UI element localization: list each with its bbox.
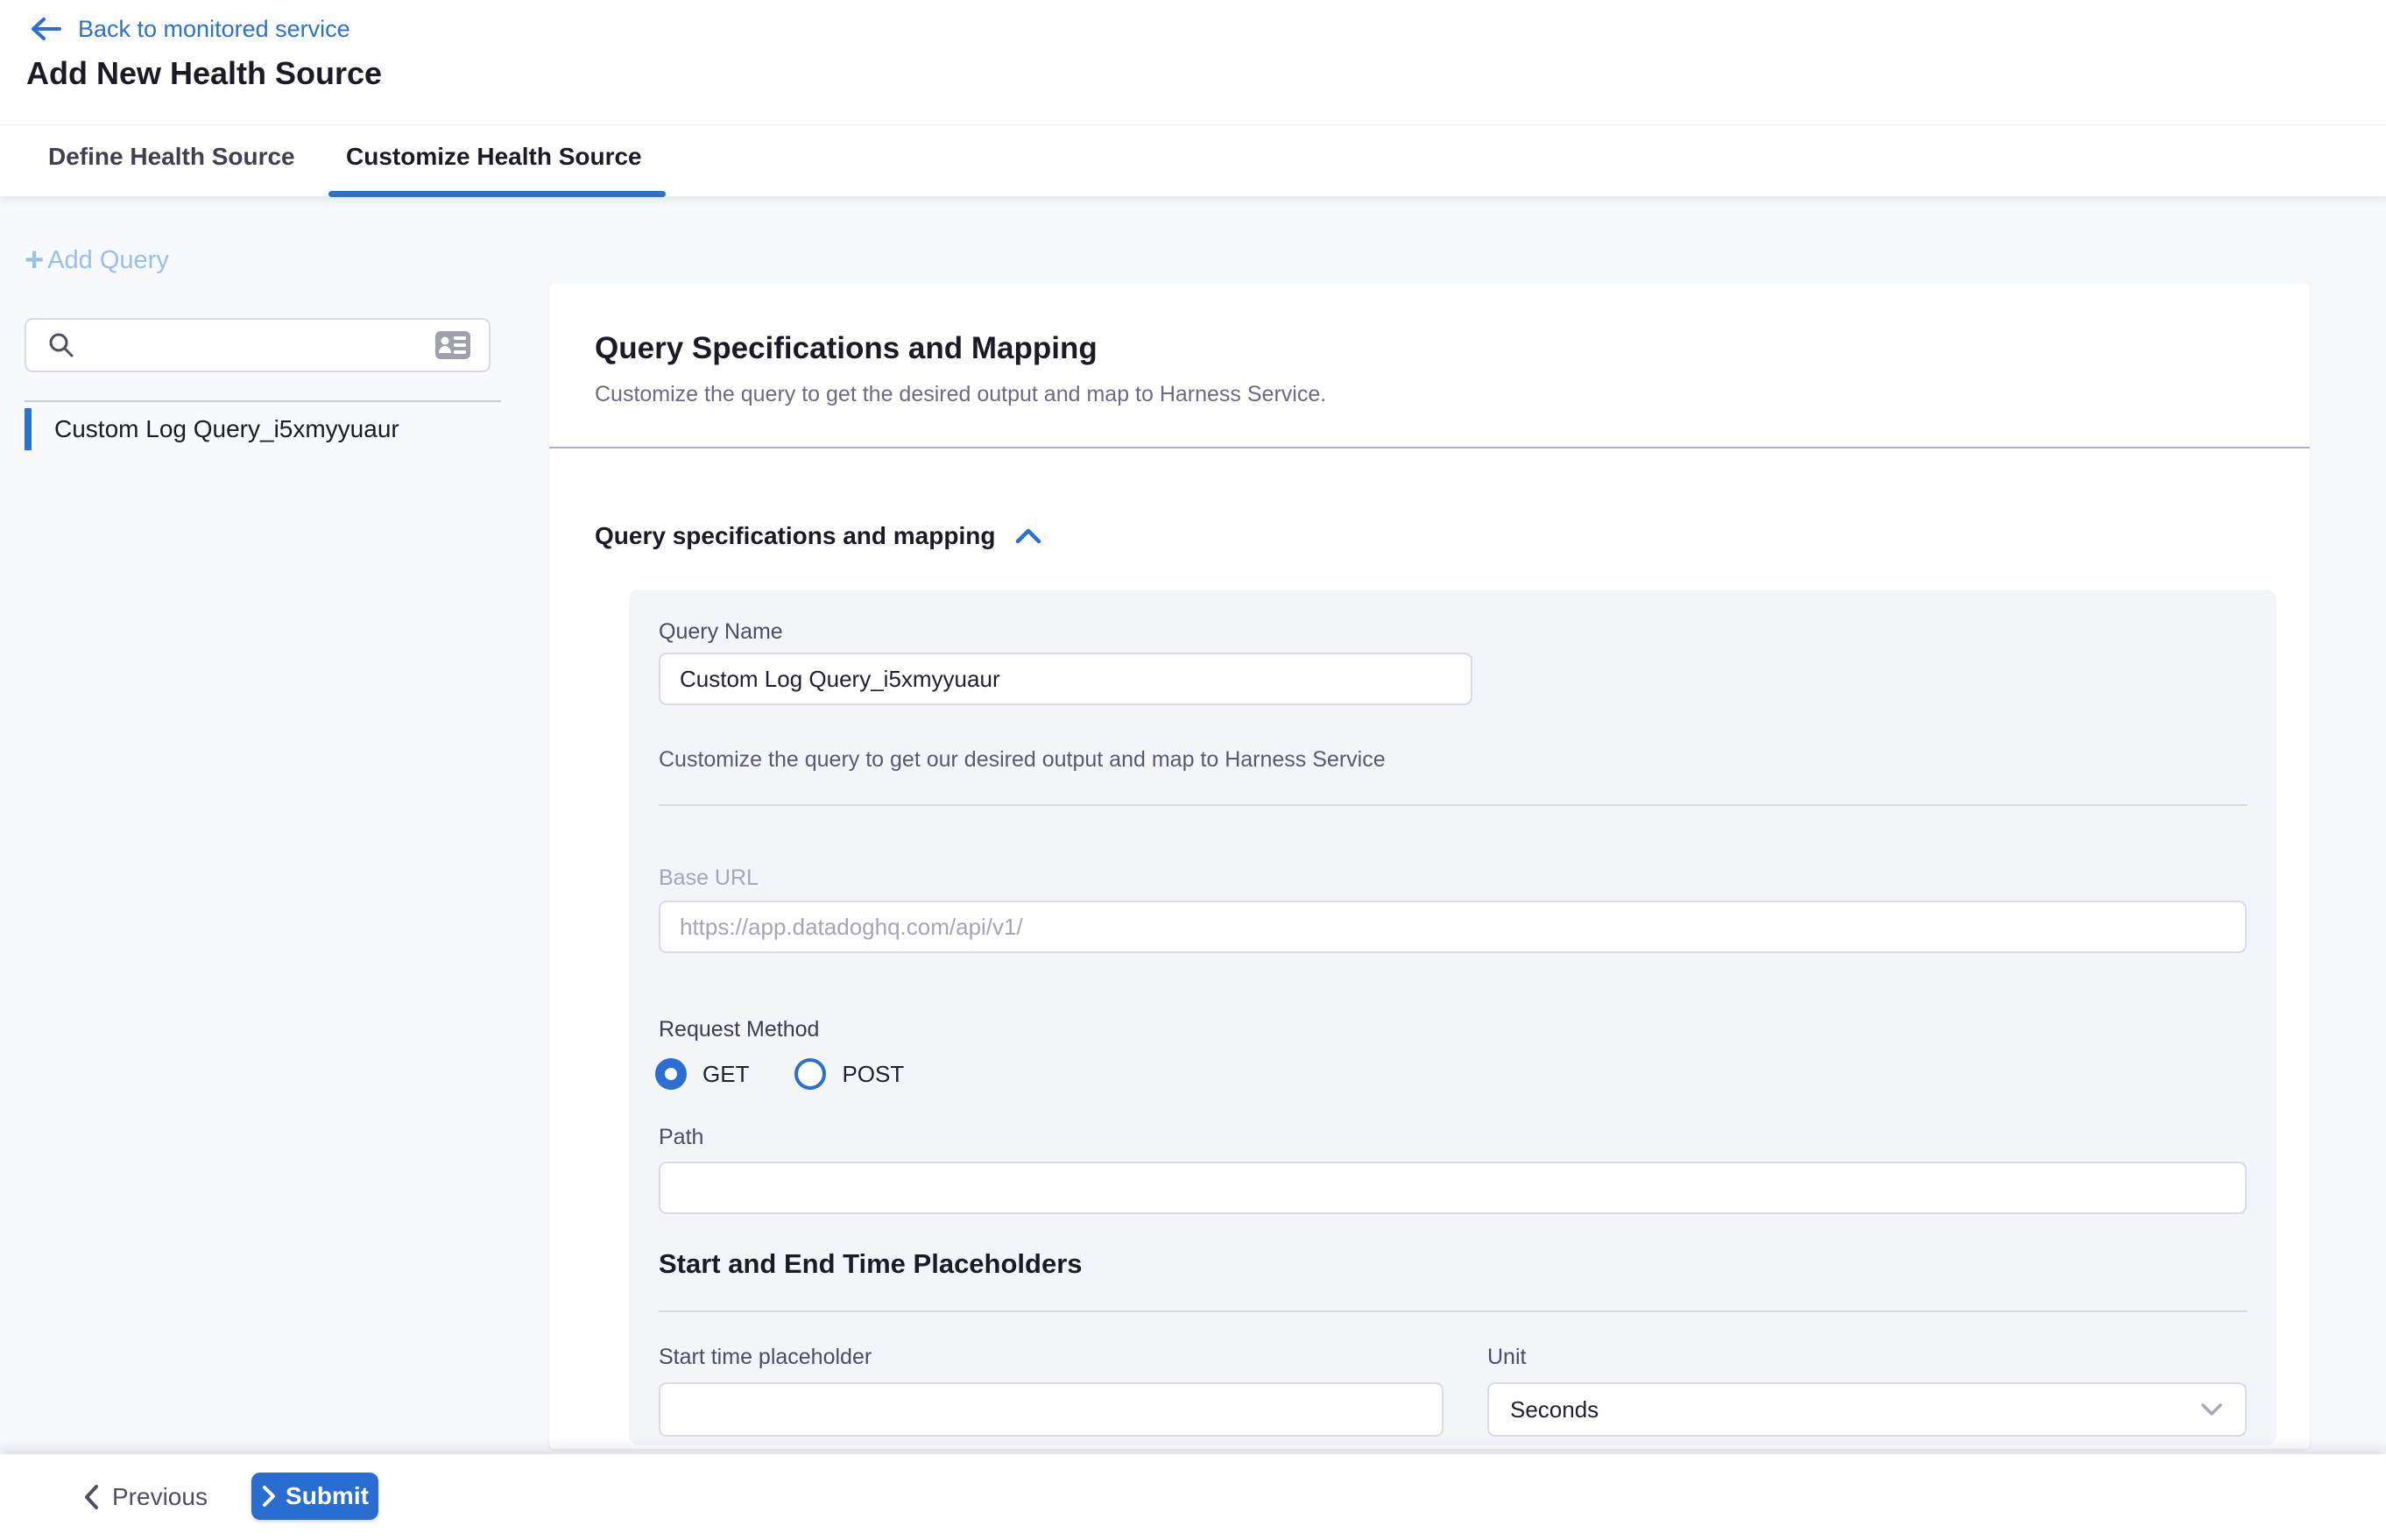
- submit-button[interactable]: Submit: [251, 1473, 378, 1520]
- tab-customize-health-source[interactable]: Customize Health Source: [346, 143, 642, 171]
- main-panel: Query Specifications and Mapping Customi…: [549, 284, 2310, 1449]
- time-placeholders-heading: Start and End Time Placeholders: [659, 1248, 1083, 1280]
- chevron-up-icon: [1014, 526, 1042, 546]
- chevron-down-icon: [2199, 1402, 2224, 1417]
- page-header: Back to monitored service Add New Health…: [0, 0, 2386, 196]
- chevron-left-icon: [82, 1484, 100, 1510]
- tab-bar: Define Health Source Customize Health So…: [0, 124, 2386, 196]
- card-divider-2: [659, 1310, 2247, 1312]
- search-icon: [47, 331, 75, 359]
- tab-define-health-source[interactable]: Define Health Source: [48, 143, 295, 171]
- active-tab-underline: [328, 191, 666, 197]
- radio-post[interactable]: [794, 1058, 826, 1090]
- unit-label: Unit: [1487, 1345, 1526, 1370]
- section-label: Query specifications and mapping: [595, 522, 995, 550]
- unit-select[interactable]: Seconds: [1487, 1382, 2247, 1437]
- page-title: Add New Health Source: [26, 55, 382, 92]
- base-url-input[interactable]: [659, 901, 2247, 953]
- query-search-input[interactable]: [89, 332, 434, 359]
- plus-icon: +: [25, 245, 44, 275]
- bottom-bar: Previous Submit: [0, 1454, 2386, 1540]
- sidebar-divider: [25, 400, 501, 402]
- query-name-input[interactable]: [659, 653, 1472, 705]
- previous-label: Previous: [112, 1483, 208, 1511]
- radio-post-label[interactable]: POST: [842, 1061, 904, 1088]
- previous-button[interactable]: Previous: [75, 1474, 215, 1520]
- chevron-right-icon: [261, 1485, 277, 1508]
- request-method-label: Request Method: [659, 1017, 819, 1042]
- section-header: Query specifications and mapping: [595, 522, 1042, 550]
- query-name-label: Query Name: [659, 619, 783, 645]
- path-input[interactable]: [659, 1162, 2247, 1214]
- query-search-box: [25, 318, 491, 372]
- query-sidebar: + Add Query Custom Log Query_i5xmyyuaur: [0, 196, 549, 1454]
- path-label: Path: [659, 1125, 703, 1150]
- add-query-button[interactable]: + Add Query: [25, 245, 169, 275]
- query-list-item[interactable]: Custom Log Query_i5xmyyuaur: [25, 408, 515, 450]
- radio-get-label[interactable]: GET: [702, 1061, 749, 1088]
- base-url-label: Base URL: [659, 865, 759, 891]
- card-view-icon[interactable]: [434, 330, 471, 360]
- form-card: Query Name Customize the query to get ou…: [629, 590, 2277, 1445]
- card-divider: [659, 804, 2247, 806]
- add-query-label: Add Query: [47, 246, 169, 275]
- collapse-section-button[interactable]: [1014, 526, 1042, 546]
- start-time-label: Start time placeholder: [659, 1345, 872, 1370]
- start-time-input[interactable]: [659, 1382, 1444, 1437]
- submit-label: Submit: [286, 1482, 369, 1510]
- unit-select-value: Seconds: [1510, 1396, 1599, 1423]
- panel-subtitle: Customize the query to get the desired o…: [595, 382, 1326, 407]
- back-link[interactable]: Back to monitored service: [29, 12, 350, 46]
- radio-get[interactable]: [655, 1058, 687, 1090]
- query-item-label: Custom Log Query_i5xmyyuaur: [54, 415, 399, 443]
- selected-query-indicator: [25, 408, 32, 450]
- request-method-radio-group: GET POST: [655, 1056, 904, 1091]
- panel-title: Query Specifications and Mapping: [595, 331, 1098, 366]
- panel-divider: [549, 447, 2310, 449]
- query-name-helper: Customize the query to get our desired o…: [659, 747, 1386, 773]
- back-link-label: Back to monitored service: [78, 16, 350, 43]
- back-arrow-icon: [29, 16, 62, 42]
